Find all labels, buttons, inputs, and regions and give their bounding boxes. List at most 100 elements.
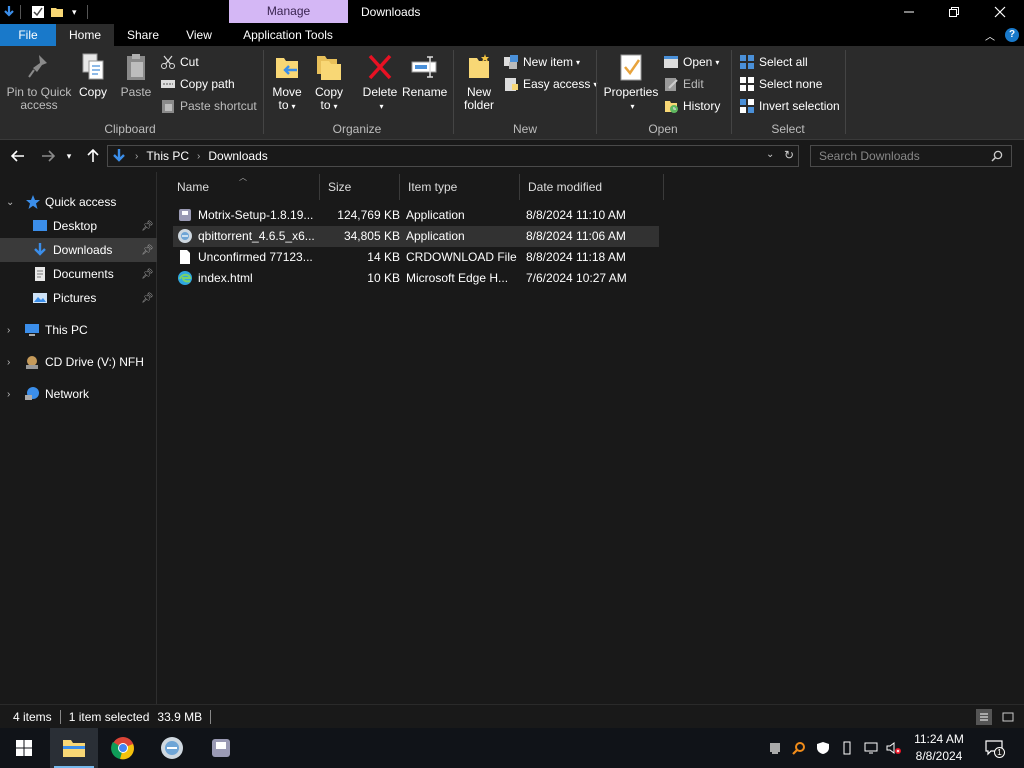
cut-button[interactable]: Cut [160, 53, 199, 71]
sidebar-item-this-pc[interactable]: › This PC [0, 318, 157, 342]
download-icon [34, 243, 46, 256]
tab-view[interactable]: View [176, 24, 222, 46]
taskbar-qbittorrent[interactable] [148, 728, 196, 768]
sidebar-item-quick-access[interactable]: ⌄ Quick access [0, 190, 157, 214]
rename-button[interactable]: Rename [402, 52, 447, 99]
taskbar-clock[interactable]: 11:24 AM 8/8/2024 [900, 731, 978, 765]
dropdown-caret-icon: ▾ [630, 102, 635, 111]
dropdown-caret-icon: ▾ [379, 102, 384, 111]
tab-file[interactable]: File [0, 24, 56, 46]
taskbar-installer[interactable] [197, 728, 245, 768]
refresh-icon[interactable]: ↻ [784, 148, 794, 162]
invert-selection-label: Invert selection [759, 99, 840, 113]
sidebar-item-downloads[interactable]: Downloads 📌︎ [0, 238, 157, 262]
open-label: Open [683, 55, 713, 69]
edit-button[interactable]: Edit [663, 75, 704, 93]
sidebar-item-desktop[interactable]: Desktop 📌︎ [0, 214, 157, 238]
file-row[interactable]: index.html 10 KB Microsoft Edge H... 7/6… [173, 268, 659, 289]
history-button[interactable]: History [663, 97, 720, 115]
new-item-button[interactable]: New item ▾ [503, 53, 580, 71]
chevron-right-icon[interactable]: › [7, 389, 10, 400]
tab-application-tools[interactable]: Application Tools [234, 24, 342, 46]
tray-network-icon[interactable] [863, 740, 879, 756]
open-button[interactable]: Open ▾ [663, 53, 719, 71]
action-center-button[interactable]: 1 [984, 739, 1005, 758]
column-type[interactable]: Item type [400, 174, 520, 200]
tab-manage[interactable]: Manage [229, 0, 348, 23]
sidebar-item-cd-drive[interactable]: › CD Drive (V:) NFH [0, 350, 157, 374]
delete-button[interactable]: Delete ▾ [360, 52, 400, 113]
copy-button[interactable]: Copy [76, 52, 110, 99]
qat-separator [86, 5, 88, 19]
file-row[interactable]: Motrix-Setup-1.8.19... 124,769 KB Applic… [173, 205, 659, 226]
copy-path-button[interactable]: Copy path [160, 75, 235, 93]
copy-label: Copy [78, 85, 107, 99]
invert-selection-button[interactable]: Invert selection [739, 97, 840, 115]
properties-icon[interactable] [31, 5, 45, 19]
qat-customize-icon[interactable]: ▾ [72, 7, 77, 18]
download-folder-icon[interactable] [2, 5, 16, 19]
close-button[interactable] [977, 0, 1023, 24]
address-dropdown-icon[interactable]: ⌄ [766, 149, 774, 160]
paste-button[interactable]: Paste [118, 52, 154, 99]
column-date[interactable]: Date modified [520, 174, 664, 200]
back-button[interactable] [8, 146, 28, 166]
file-row[interactable]: qbittorrent_4.6.5_x6... 34,805 KB Applic… [173, 226, 659, 247]
chevron-right-icon[interactable]: › [7, 325, 10, 336]
tray-search-icon[interactable] [791, 740, 807, 756]
help-icon[interactable]: ? [1005, 28, 1019, 42]
new-folder-icon[interactable] [50, 5, 64, 19]
tray-device-icon[interactable] [767, 740, 783, 756]
sidebar-item-pictures[interactable]: Pictures 📌︎ [0, 286, 157, 310]
taskbar-chrome[interactable] [99, 728, 147, 768]
properties-button[interactable]: Properties ▾ [602, 52, 660, 113]
sidebar-item-label: Network [45, 387, 90, 401]
collapse-ribbon-icon[interactable]: ︿ [985, 28, 995, 43]
breadcrumb-separator-icon[interactable]: › [197, 151, 200, 162]
select-all-button[interactable]: Select all [739, 53, 808, 71]
start-button[interactable] [0, 728, 48, 768]
sidebar-item-label: Quick access [45, 195, 117, 209]
recent-locations-button[interactable]: ▾ [62, 146, 76, 166]
details-view-icon[interactable] [976, 709, 992, 725]
minimize-button[interactable] [886, 0, 932, 24]
easy-access-button[interactable]: Easy access▾ [503, 75, 597, 93]
file-row[interactable]: Unconfirmed 77123... 14 KB CRDOWNLOAD Fi… [173, 247, 659, 268]
move-to-label-2: to ▾ [278, 98, 296, 112]
tray-usb-icon[interactable] [839, 740, 855, 756]
tray-security-icon[interactable] [815, 740, 831, 756]
sidebar-item-documents[interactable]: Documents 📌︎ [0, 262, 157, 286]
chevron-down-icon[interactable]: ⌄ [6, 197, 14, 208]
open-group-label: Open [648, 122, 678, 136]
breadcrumb-downloads[interactable]: Downloads [208, 149, 267, 163]
sidebar-item-network[interactable]: › Network [0, 382, 157, 406]
pin-to-quick-access-button[interactable]: Pin to Quick access [4, 52, 74, 112]
tab-share[interactable]: Share [118, 24, 168, 46]
select-none-button[interactable]: Select none [739, 75, 822, 93]
up-button[interactable] [83, 146, 103, 166]
chevron-right-icon[interactable]: › [7, 357, 10, 368]
address-bar[interactable]: › This PC › Downloads ⌄ ↻ [107, 145, 799, 167]
paste-icon [127, 54, 145, 80]
paste-shortcut-button[interactable]: Paste shortcut [160, 97, 257, 115]
large-icons-view-icon[interactable] [1000, 709, 1016, 725]
delete-icon [368, 54, 392, 80]
sidebar-item-label: This PC [45, 323, 88, 337]
selection-size: 33.9 MB [157, 709, 203, 724]
taskbar-file-explorer[interactable] [50, 728, 98, 768]
column-size[interactable]: Size [320, 174, 400, 200]
forward-button[interactable] [38, 146, 58, 166]
tab-home[interactable]: Home [56, 24, 114, 46]
ribbon-separator [845, 50, 846, 134]
file-type: Application [406, 229, 465, 243]
restore-button[interactable] [931, 0, 977, 24]
move-to-button[interactable]: Move to ▾ [268, 52, 306, 113]
copy-path-icon [161, 80, 175, 88]
column-name[interactable]: Name ︿ [169, 173, 320, 200]
search-input[interactable]: Search Downloads [810, 145, 1012, 167]
breadcrumb-separator-icon[interactable]: › [135, 151, 138, 162]
file-name: Unconfirmed 77123... [198, 250, 313, 264]
new-folder-button[interactable]: New folder [458, 52, 500, 112]
copy-to-button[interactable]: Copy to ▾ [310, 52, 348, 113]
breadcrumb-this-pc[interactable]: This PC [146, 149, 189, 163]
